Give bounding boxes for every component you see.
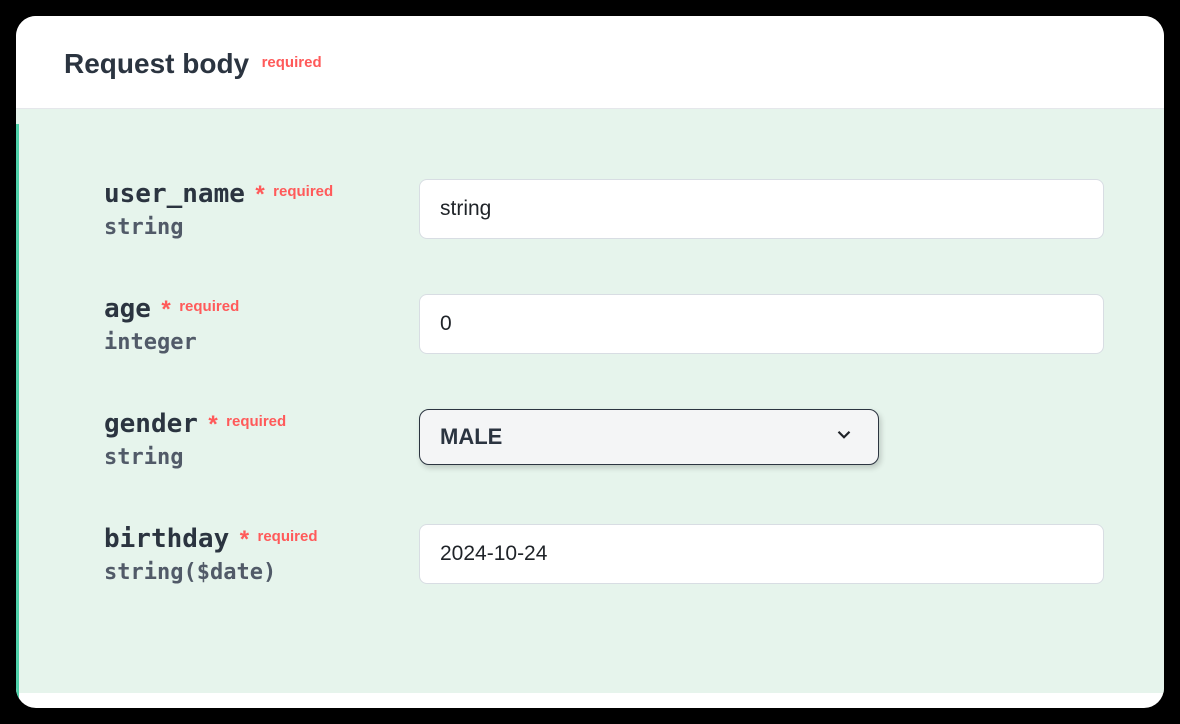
required-asterisk: * [208, 411, 217, 438]
left-accent-bar [16, 124, 19, 708]
required-label: required [273, 183, 333, 200]
required-label: required [226, 413, 286, 430]
field-label-col: user_name * required string [104, 179, 419, 240]
field-type-label: string [104, 215, 419, 240]
required-label: required [179, 298, 239, 315]
field-name-label: gender [104, 409, 198, 439]
section-title: Request body [64, 48, 249, 80]
section-header: Request body required [16, 16, 1164, 109]
gender-select[interactable] [419, 409, 879, 465]
age-input[interactable] [419, 294, 1104, 354]
field-input-col [419, 524, 1104, 584]
field-type-label: string [104, 445, 419, 470]
required-label: required [257, 528, 317, 545]
field-name-label: birthday [104, 524, 229, 554]
field-row-user-name: user_name * required string [104, 179, 1104, 240]
required-asterisk: * [161, 296, 170, 323]
request-body-card: Request body required user_name * requir… [16, 16, 1164, 708]
field-row-birthday: birthday * required string($date) [104, 524, 1104, 585]
field-row-age: age * required integer [104, 294, 1104, 355]
field-name-label: user_name [104, 179, 245, 209]
gender-select-wrap [419, 409, 879, 465]
field-label-col: age * required integer [104, 294, 419, 355]
user-name-input[interactable] [419, 179, 1104, 239]
form-body: user_name * required string age * requir… [16, 109, 1164, 693]
required-asterisk: * [255, 181, 264, 208]
field-input-col [419, 294, 1104, 354]
field-label-col: birthday * required string($date) [104, 524, 419, 585]
field-name-label: age [104, 294, 151, 324]
field-type-label: integer [104, 330, 419, 355]
field-label-col: gender * required string [104, 409, 419, 470]
field-input-col [419, 179, 1104, 239]
required-asterisk: * [240, 526, 249, 553]
field-input-col [419, 409, 1104, 465]
field-type-label: string($date) [104, 560, 419, 585]
birthday-input[interactable] [419, 524, 1104, 584]
required-tag: required [262, 54, 322, 71]
field-row-gender: gender * required string [104, 409, 1104, 470]
